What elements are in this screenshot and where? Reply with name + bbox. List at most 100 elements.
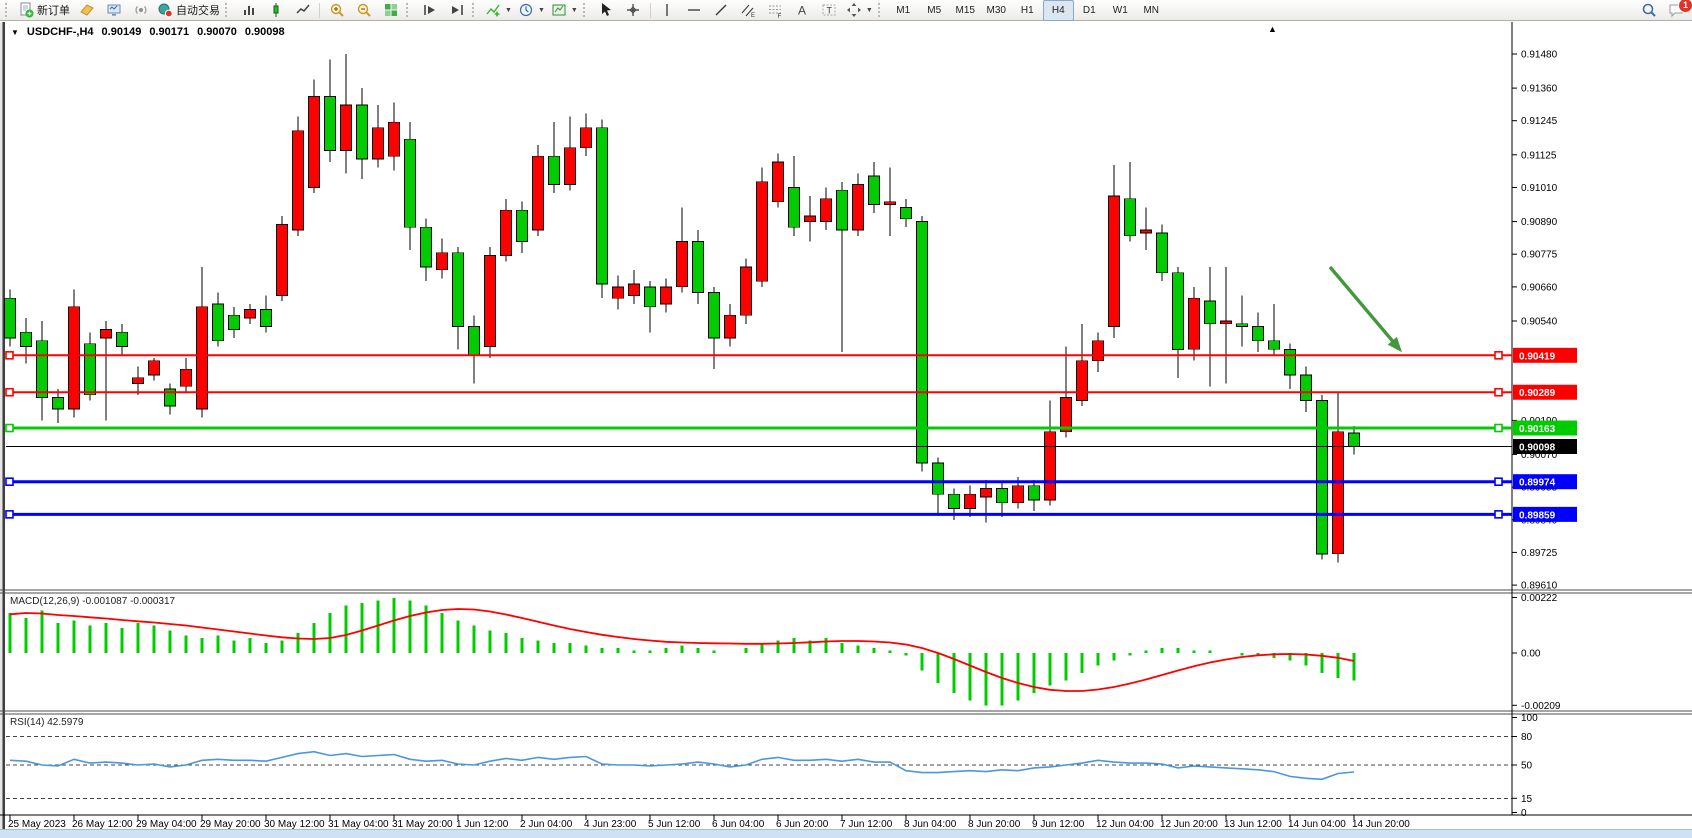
timeframe-d1[interactable]: D1 — [1074, 0, 1105, 21]
timeframe-m15[interactable]: M15 — [950, 0, 981, 21]
vertical-line-button[interactable] — [654, 0, 681, 21]
zoom-out-button[interactable] — [350, 0, 377, 21]
line-chart-button[interactable] — [289, 0, 316, 21]
candle — [933, 463, 944, 494]
candle — [1221, 321, 1232, 324]
ohlc-low: 0.90070 — [197, 26, 237, 38]
candle — [5, 298, 16, 338]
metaeditor-button[interactable] — [100, 0, 127, 21]
chat-button[interactable]: 1 — [1662, 0, 1689, 21]
candle — [1253, 327, 1264, 341]
channel-button[interactable]: E — [735, 0, 762, 21]
candle — [277, 224, 288, 295]
candle — [21, 332, 32, 346]
autotrading-button[interactable]: 自动交易 — [154, 0, 223, 21]
horizontal-line-button[interactable] — [681, 0, 708, 21]
candle — [805, 216, 816, 222]
signals-button[interactable] — [127, 0, 154, 21]
candle — [421, 227, 432, 267]
main-toolbar: 新订单 自动交易 ▼ ▼ ▼ E F A T ▼ M1 M5 M15 M30 H… — [0, 0, 1692, 21]
ohlc-open: 0.90149 — [102, 26, 142, 38]
text-label-button[interactable]: T — [816, 0, 843, 21]
svg-text:100: 100 — [1521, 713, 1538, 724]
fibonacci-icon: F — [767, 2, 783, 18]
fibonacci-button[interactable]: F — [762, 0, 789, 21]
svg-text:0.89974: 0.89974 — [1519, 478, 1556, 489]
periods-button[interactable]: ▼ — [515, 0, 548, 21]
time-axis[interactable]: 25 May 202326 May 12:0029 May 04:0029 Ma… — [8, 815, 1410, 830]
cursor-button[interactable] — [593, 0, 620, 21]
tile-windows-button[interactable] — [377, 0, 404, 21]
svg-text:T: T — [827, 6, 833, 16]
new-order-icon — [18, 2, 34, 18]
candle — [1285, 349, 1296, 375]
text-button[interactable]: A — [789, 0, 816, 21]
timeframe-m30[interactable]: M30 — [981, 0, 1012, 21]
candle — [453, 253, 464, 327]
toolbar-grip — [225, 3, 231, 17]
trendline-button[interactable] — [708, 0, 735, 21]
metaeditor-icon — [106, 2, 122, 18]
indicators-icon — [485, 2, 501, 18]
candle — [117, 332, 128, 346]
horizontal-line-icon — [686, 2, 702, 18]
indicators-button[interactable]: ▼ — [482, 0, 515, 21]
candle — [1141, 230, 1152, 233]
template-icon — [551, 2, 567, 18]
chevron-down-icon: ▼ — [538, 7, 545, 14]
new-order-button[interactable]: 新订单 — [15, 0, 73, 21]
svg-text:80: 80 — [1521, 732, 1533, 743]
timeframe-mn[interactable]: MN — [1136, 0, 1167, 21]
new-chart-button[interactable] — [73, 0, 100, 21]
svg-text:0.00: 0.00 — [1521, 649, 1541, 660]
bar-chart-button[interactable] — [235, 0, 262, 21]
candle — [1093, 341, 1104, 361]
chart-symbol-label: USDCHF-,H4 — [27, 26, 94, 38]
chart-shift-marker[interactable]: ▲ — [1268, 24, 1277, 34]
chart-shift-button[interactable] — [443, 0, 470, 21]
panel-separators[interactable] — [0, 22, 1692, 815]
candle — [229, 315, 240, 329]
candlestick-chart-button[interactable] — [262, 0, 289, 21]
timeframe-w1[interactable]: W1 — [1105, 0, 1136, 21]
candle — [405, 139, 416, 227]
crosshair-icon — [625, 2, 641, 18]
timeframe-h1[interactable]: H1 — [1012, 0, 1043, 21]
arrows-icon — [846, 2, 862, 18]
chart-symbol-header[interactable]: ▼ USDCHF-,H4 0.90149 0.90171 0.90070 0.9… — [11, 26, 285, 38]
arrows-button[interactable]: ▼ — [843, 0, 876, 21]
candle — [325, 97, 336, 151]
chart-collapse-icon[interactable]: ▼ — [11, 28, 19, 37]
candle — [565, 148, 576, 185]
candle — [437, 253, 448, 270]
trend-arrow[interactable] — [1330, 267, 1402, 352]
svg-text:0.91125: 0.91125 — [1521, 150, 1557, 161]
candle — [885, 202, 896, 205]
candle — [997, 489, 1008, 503]
crosshair-button[interactable] — [620, 0, 647, 21]
svg-text:0.90890: 0.90890 — [1521, 217, 1558, 228]
candle — [1333, 432, 1344, 554]
line-chart-icon — [295, 2, 311, 18]
candle — [485, 256, 496, 347]
chart-canvas[interactable]: 0.914800.913600.912450.911250.910100.908… — [0, 22, 1692, 838]
svg-text:-0.00209: -0.00209 — [1521, 701, 1561, 712]
svg-text:15: 15 — [1521, 794, 1533, 805]
candle — [149, 361, 160, 375]
horizontal-scrollbar[interactable] — [0, 829, 1692, 838]
auto-scroll-button[interactable] — [416, 0, 443, 21]
timeframe-h4[interactable]: H4 — [1043, 0, 1074, 21]
zoom-in-button[interactable] — [323, 0, 350, 21]
clock-icon — [518, 2, 534, 18]
candle — [549, 156, 560, 184]
search-button[interactable] — [1635, 0, 1662, 21]
macd-histogram — [10, 598, 1354, 706]
candle — [1109, 196, 1120, 327]
candle — [789, 188, 800, 228]
timeframe-m5[interactable]: M5 — [919, 0, 950, 21]
timeframe-m1[interactable]: M1 — [888, 0, 919, 21]
templates-button[interactable]: ▼ — [548, 0, 581, 21]
candle — [245, 310, 256, 319]
svg-text:0.89610: 0.89610 — [1521, 581, 1558, 592]
candle — [1077, 361, 1088, 401]
